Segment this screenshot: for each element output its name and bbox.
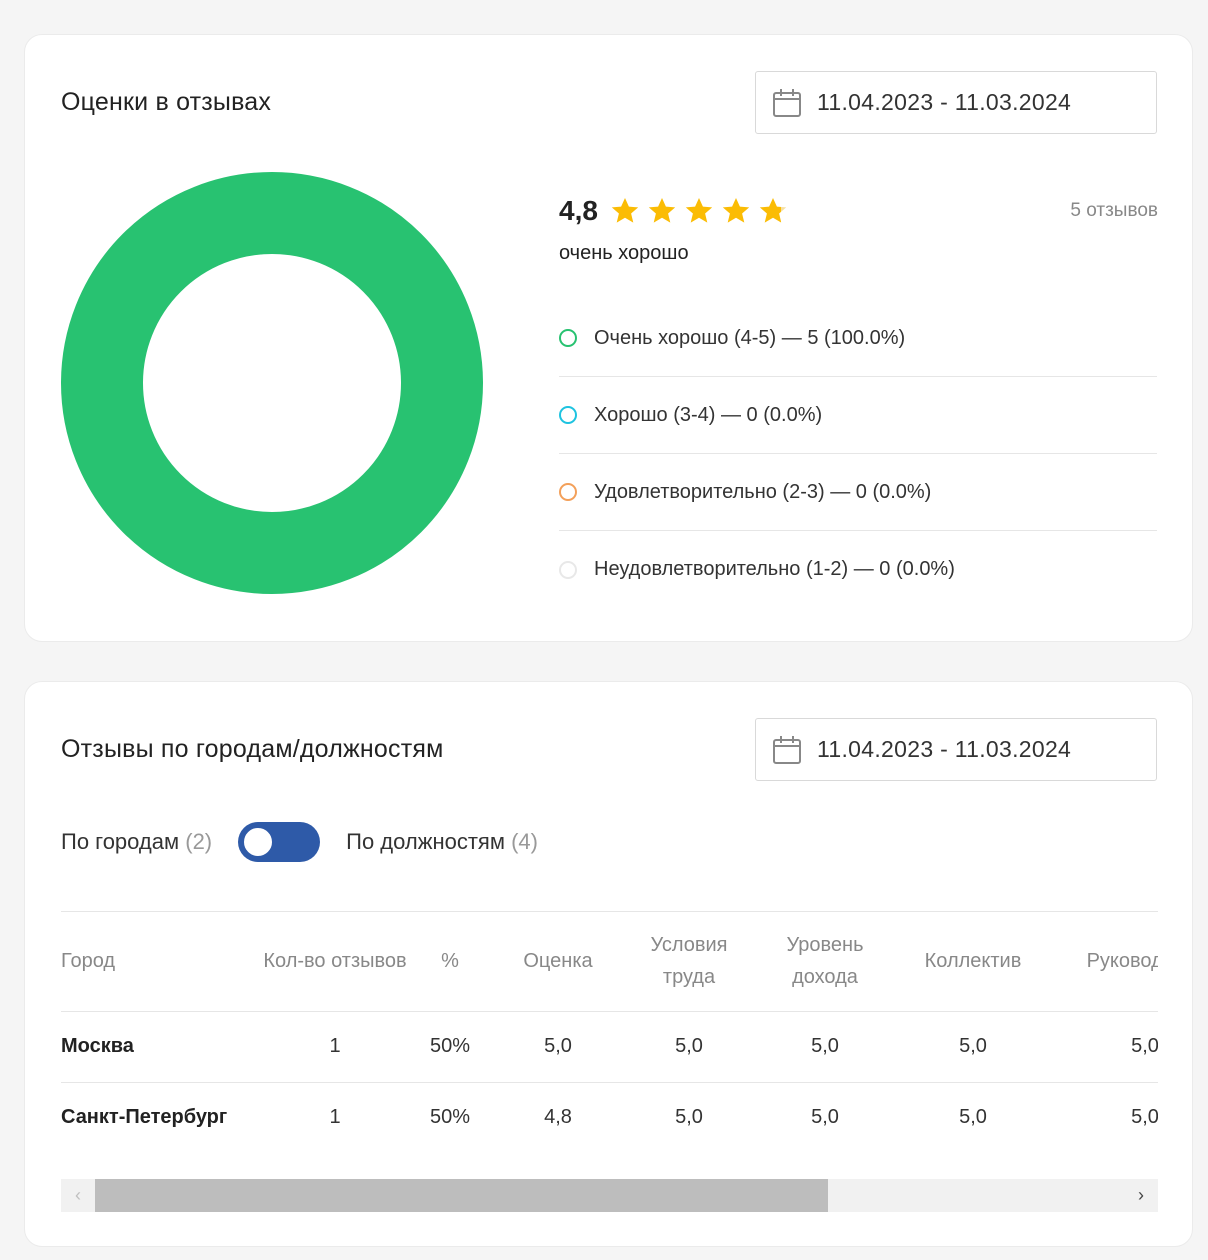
toggle-by-positions-label[interactable]: По должностям (4) <box>346 829 538 855</box>
legend-label: Удовлетворительно (2-3) — 0 (0.0%) <box>594 480 932 503</box>
table-cell: 5,0 <box>625 1082 753 1151</box>
cities-card: Отзывы по городам/должностям 11.04.2023 … <box>24 681 1193 1247</box>
table-header-cell[interactable]: Уровень дохода <box>753 912 897 1012</box>
scrollbar-thumb[interactable] <box>95 1179 828 1212</box>
table-header-row: Город Кол-во отзывов% Оценка Условия труда У… <box>61 912 1158 1012</box>
legend-item: Неудовлетворительно (1-2) — 0 (0.0%) <box>559 531 1157 608</box>
legend-circle-icon <box>559 560 577 579</box>
toggle-right-text: По должностям <box>346 829 505 854</box>
ratings-card: Оценки в отзывах 11.04.2023 - 11.03.2024… <box>24 34 1193 642</box>
table-cell: 1 <box>261 1011 409 1083</box>
calendar-icon <box>773 88 801 117</box>
legend-circle-icon <box>559 406 577 424</box>
legend-item: Удовлетворительно (2-3) — 0 (0.0%) <box>559 454 1157 531</box>
table-cell: 4,8 <box>491 1082 625 1151</box>
table-header-cell[interactable]: Город <box>61 912 261 1012</box>
table-header-cell[interactable]: Условия труда <box>625 912 753 1012</box>
cities-title: Отзывы по городам/должностям <box>61 735 444 763</box>
table-header-cell[interactable]: Кол-во отзывов <box>261 912 409 1012</box>
legend-circle-icon <box>559 483 577 501</box>
legend-label: Неудовлетворительно (1-2) — 0 (0.0%) <box>594 558 955 580</box>
table-cell: 50% <box>409 1082 491 1151</box>
legend-circle-icon <box>559 329 577 347</box>
table-header-cell[interactable]: Оценка <box>491 912 625 1012</box>
legend-item: Хорошо (3-4) — 0 (0.0%) <box>559 377 1157 454</box>
star-icon <box>759 198 787 223</box>
table-header-cell[interactable]: % <box>409 912 491 1012</box>
table-header-cell[interactable]: Коллектив <box>897 912 1049 1012</box>
city-name-cell: Москва <box>61 1011 261 1083</box>
cities-date-picker[interactable]: 11.04.2023 - 11.03.2024 <box>755 718 1157 781</box>
rating-summary: 4,8 <box>559 195 795 227</box>
table-cell: 50% <box>409 1011 491 1083</box>
table-row: Москва 1 50% 5,0 5,0 5,0 5,0 5,0 <box>61 1011 1158 1083</box>
legend-label: Хорошо (3-4) — 0 (0.0%) <box>594 403 823 426</box>
toggle-by-cities-label[interactable]: По городам (2) <box>61 829 212 855</box>
cities-date-range: 11.04.2023 - 11.03.2024 <box>817 736 1072 762</box>
rating-value: 4,8 <box>559 195 598 226</box>
legend-label: Очень хорошо (4-5) — 5 (100.0%) <box>594 326 906 349</box>
toggle-left-count: (2) <box>185 829 213 854</box>
view-toggle-row: По городам (2) По должностям (4) <box>61 822 538 862</box>
scroll-right-arrow-icon[interactable]: › <box>1126 1179 1156 1212</box>
cities-table-container[interactable]: Город Кол-во отзывов% Оценка Условия труда У… <box>61 911 1158 1151</box>
table-cell: 5,0 <box>491 1011 625 1083</box>
table-row: Санкт-Петербург 1 50% 4,8 5,0 5,0 5,0 5,0 <box>61 1082 1158 1151</box>
star-icon <box>648 198 676 223</box>
ratings-date-range: 11.04.2023 - 11.03.2024 <box>817 89 1072 115</box>
table-cell: 5,0 <box>1049 1011 1158 1083</box>
toggle-left-text: По городам <box>61 829 180 854</box>
rating-description: очень хорошо <box>559 242 689 264</box>
reviews-count: 5 отзывов <box>1070 200 1158 221</box>
legend-item: Очень хорошо (4-5) — 5 (100.0%) <box>559 300 1157 377</box>
table-cell: 5,0 <box>897 1082 1049 1151</box>
table-cell: 1 <box>261 1082 409 1151</box>
table-horizontal-scrollbar[interactable]: ‹ › <box>61 1179 1158 1212</box>
scroll-left-arrow-icon[interactable]: ‹ <box>63 1179 93 1212</box>
table-cell: 5,0 <box>753 1082 897 1151</box>
star-icon <box>685 198 713 223</box>
table-cell: 5,0 <box>1049 1082 1158 1151</box>
ratings-title: Оценки в отзывах <box>61 88 272 116</box>
donut-segment-0 <box>61 172 483 594</box>
table-cell: 5,0 <box>753 1011 897 1083</box>
star-icon <box>611 198 639 223</box>
table-cell: 5,0 <box>897 1011 1049 1083</box>
ratings-donut-chart <box>61 172 483 594</box>
toggle-right-count: (4) <box>511 829 538 854</box>
calendar-icon <box>773 735 801 764</box>
view-toggle-switch[interactable] <box>238 822 321 862</box>
table-body: Москва 1 50% 5,0 5,0 5,0 5,0 5,0 Санкт-Петербург… <box>61 1011 1158 1151</box>
city-name-cell: Санкт-Петербург <box>61 1082 261 1151</box>
table-cell: 5,0 <box>625 1011 753 1083</box>
star-icon <box>722 198 750 223</box>
ratings-legend: Очень хорошо (4-5) — 5 (100.0%) Хорошо (3… <box>559 300 1157 608</box>
ratings-date-picker[interactable]: 11.04.2023 - 11.03.2024 <box>755 71 1157 134</box>
table-header-cell[interactable]: Руководство <box>1049 912 1158 1012</box>
toggle-knob <box>242 826 275 858</box>
cities-table: Город Кол-во отзывов% Оценка Условия труда У… <box>61 912 1158 1151</box>
rating-stars <box>610 196 795 226</box>
